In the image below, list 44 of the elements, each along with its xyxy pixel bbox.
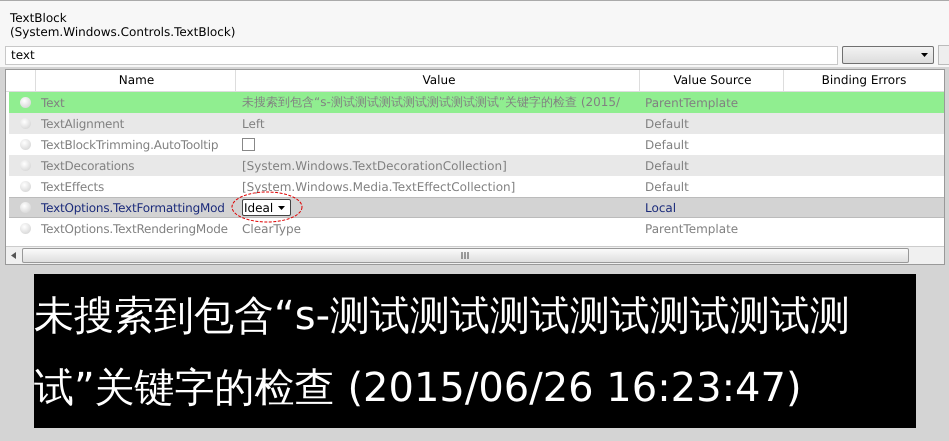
property-marker-icon[interactable] bbox=[20, 202, 30, 213]
property-name: TextOptions.TextRenderingMode bbox=[41, 222, 228, 236]
search-field[interactable]: text bbox=[5, 46, 838, 64]
caption-text: 未搜索到包含“s-测试测试测试测试测试测试测试”关键字的检查 (2015/06/26 16:23:47) bbox=[34, 274, 916, 428]
property-marker-icon[interactable] bbox=[20, 223, 30, 234]
element-type-title: TextBlock bbox=[10, 11, 68, 25]
property-value: [System.Windows.Media.TextEffectCollection] bbox=[242, 180, 516, 194]
value-source: Default bbox=[645, 138, 689, 152]
value-source: Local bbox=[645, 200, 676, 214]
column-header[interactable]: Value bbox=[236, 70, 640, 91]
value-source: Default bbox=[645, 116, 689, 130]
property-name: Text bbox=[41, 96, 64, 110]
side-button[interactable] bbox=[938, 45, 949, 65]
scrollbar-thumb[interactable] bbox=[22, 248, 909, 263]
property-name: TextAlignment bbox=[41, 116, 124, 130]
property-name: TextDecorations bbox=[41, 158, 134, 172]
property-marker-icon[interactable] bbox=[20, 118, 30, 129]
checkbox[interactable] bbox=[242, 138, 255, 151]
column-header[interactable]: Name bbox=[36, 70, 236, 91]
property-name: TextOptions.TextFormattingMod bbox=[41, 200, 225, 214]
property-marker-icon[interactable] bbox=[20, 139, 30, 150]
property-name: TextBlockTrimming.AutoTooltip bbox=[41, 138, 218, 152]
column-header[interactable]: Value Source bbox=[640, 70, 784, 91]
column-header[interactable]: Binding Errors bbox=[784, 70, 944, 91]
filter-dropdown[interactable] bbox=[842, 46, 934, 64]
property-value: ClearType bbox=[242, 222, 301, 236]
property-value: 未搜索到包含“s-测试测试测试测试测试测试测试”关键字的检查 (2015/ bbox=[242, 95, 620, 109]
left-arrow-icon[interactable] bbox=[11, 252, 16, 259]
property-marker-icon[interactable] bbox=[20, 181, 30, 192]
property-row[interactable]: TextOptions.TextFormattingMod Ideal Local bbox=[9, 197, 944, 218]
value-source: Default bbox=[645, 180, 689, 194]
property-value: [System.Windows.TextDecorationCollection] bbox=[242, 158, 507, 172]
value-source: ParentTemplate bbox=[645, 96, 738, 110]
property-marker-icon[interactable] bbox=[20, 160, 30, 171]
property-name: TextEffects bbox=[41, 180, 104, 194]
caret-icon bbox=[278, 206, 286, 210]
value-source: ParentTemplate bbox=[645, 222, 738, 236]
caret-icon bbox=[921, 53, 928, 57]
property-value: Left bbox=[242, 116, 265, 130]
element-type-full-name: (System.Windows.Controls.TextBlock) bbox=[10, 25, 236, 39]
value-dropdown[interactable]: Ideal bbox=[242, 199, 292, 216]
horizontal-scrollbar[interactable] bbox=[6, 246, 944, 264]
property-marker-icon[interactable] bbox=[20, 97, 30, 108]
value-source: Default bbox=[645, 158, 689, 172]
